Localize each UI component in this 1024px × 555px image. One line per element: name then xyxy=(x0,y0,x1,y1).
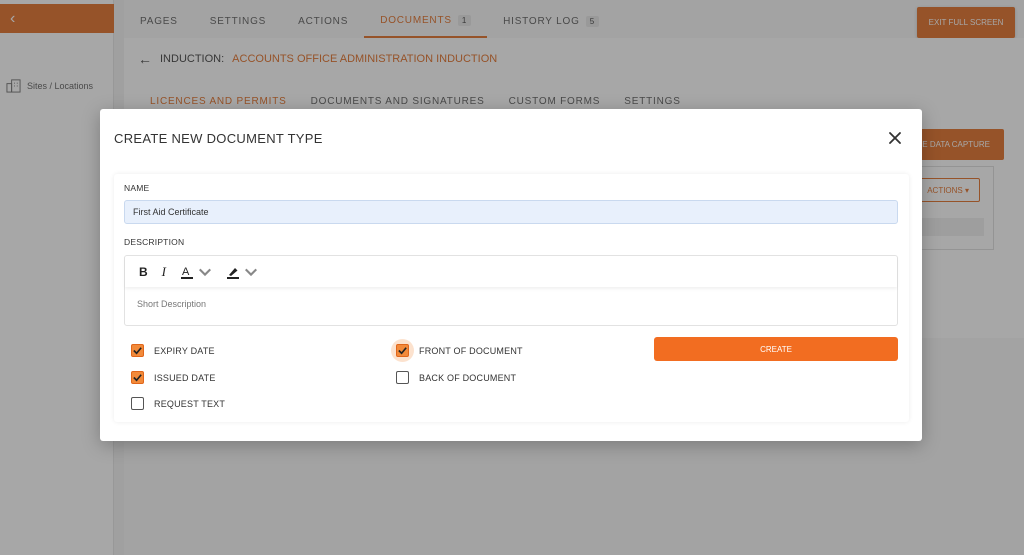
checkbox[interactable] xyxy=(131,371,144,384)
highlighter-icon xyxy=(227,267,240,279)
checkbox[interactable] xyxy=(131,344,144,357)
checkbox-label: ISSUED DATE xyxy=(154,372,216,383)
check-icon xyxy=(133,347,142,355)
checkbox[interactable] xyxy=(131,397,144,410)
create-document-type-dialog: CREATE NEW DOCUMENT TYPE NAME First Aid … xyxy=(100,109,922,441)
checkbox-label: BACK OF DOCUMENT xyxy=(419,372,517,383)
checkbox[interactable] xyxy=(396,344,409,357)
chevron-down-icon xyxy=(245,268,258,276)
svg-text:A: A xyxy=(182,266,190,278)
checkbox-issued-date[interactable]: ISSUED DATE xyxy=(131,371,216,384)
checkbox[interactable] xyxy=(396,371,409,384)
checkbox-expiry-date[interactable]: EXPIRY DATE xyxy=(131,344,215,357)
create-button[interactable]: CREATE xyxy=(654,337,898,361)
font-color-button[interactable]: A xyxy=(180,265,212,279)
checkbox-label: EXPIRY DATE xyxy=(154,345,215,356)
highlight-color-button[interactable] xyxy=(226,265,258,279)
bold-button[interactable]: B xyxy=(139,265,148,279)
check-icon xyxy=(133,374,142,382)
italic-button[interactable]: I xyxy=(162,264,166,280)
checkbox-front-of-document[interactable]: FRONT OF DOCUMENT xyxy=(391,339,523,362)
chevron-down-icon xyxy=(199,268,212,276)
font-color-icon: A xyxy=(181,266,194,279)
name-label: NAME xyxy=(124,183,150,193)
dialog-title: CREATE NEW DOCUMENT TYPE xyxy=(114,131,323,146)
description-placeholder: Short Description xyxy=(137,299,207,309)
editor-toolbar: B I A xyxy=(125,256,897,287)
close-icon xyxy=(889,132,901,144)
checkbox-label: REQUEST TEXT xyxy=(154,398,226,409)
checkbox-request-text[interactable]: REQUEST TEXT xyxy=(131,397,225,410)
name-input[interactable]: First Aid Certificate xyxy=(124,200,898,224)
description-label: DESCRIPTION xyxy=(124,237,185,247)
checkbox-back-of-document[interactable]: BACK OF DOCUMENT xyxy=(396,371,516,384)
close-button[interactable] xyxy=(888,131,902,145)
check-icon xyxy=(398,347,407,355)
dialog-form: NAME First Aid Certificate DESCRIPTION B… xyxy=(114,174,909,422)
checkbox-label: FRONT OF DOCUMENT xyxy=(419,345,523,356)
description-editor[interactable]: B I A Short Description xyxy=(124,255,898,326)
